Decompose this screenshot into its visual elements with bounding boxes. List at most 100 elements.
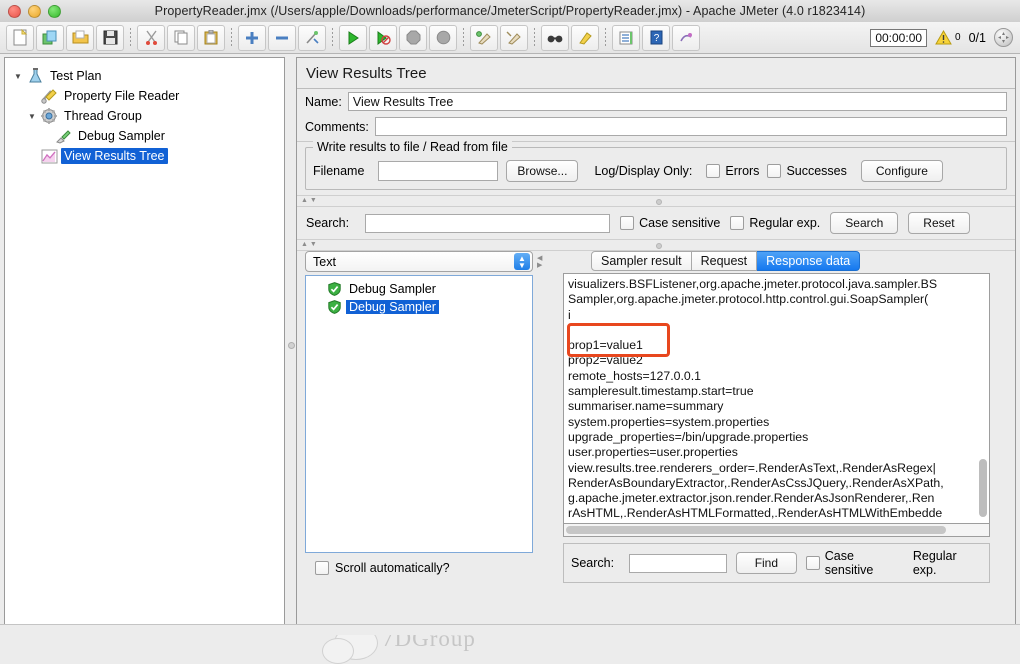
name-label: Name: bbox=[305, 94, 342, 109]
success-shield-icon bbox=[328, 282, 341, 296]
toolbar-separator bbox=[463, 27, 464, 48]
cut-button[interactable] bbox=[137, 24, 165, 51]
open-button[interactable] bbox=[66, 24, 94, 51]
collapse-all-button[interactable] bbox=[268, 24, 296, 51]
toolbar-group-tree bbox=[237, 24, 327, 51]
checkbox-box[interactable] bbox=[706, 164, 721, 178]
list-item[interactable]: Debug Sampler bbox=[306, 280, 532, 298]
warning-indicator[interactable]: 0 bbox=[935, 30, 961, 45]
tree-node-test-plan[interactable]: ▼ Test Plan bbox=[11, 66, 280, 86]
checkbox-box[interactable] bbox=[730, 216, 745, 230]
help-button[interactable]: ? bbox=[642, 24, 670, 51]
expander-icon[interactable]: ▼ bbox=[11, 72, 25, 81]
checkbox-box[interactable] bbox=[806, 556, 820, 570]
filename-label: Filename bbox=[313, 164, 365, 178]
splitter-knob[interactable] bbox=[288, 342, 295, 349]
configure-button[interactable]: Configure bbox=[860, 160, 943, 182]
start-no-pauses-button[interactable] bbox=[369, 24, 397, 51]
tree-node-debug-sampler[interactable]: Debug Sampler bbox=[11, 126, 280, 146]
response-vertical-scrollbar[interactable] bbox=[979, 459, 987, 517]
write-results-legend: Write results to file / Read from file bbox=[313, 140, 512, 154]
find-case-sensitive-checkbox[interactable]: Case sensitive bbox=[806, 549, 904, 577]
case-sensitive-checkbox[interactable]: Case sensitive bbox=[620, 216, 720, 230]
response-data-text: visualizers.BSFListener,org.apache.jmete… bbox=[568, 277, 944, 523]
errors-checkbox[interactable]: Errors bbox=[706, 164, 759, 178]
lower-splitter[interactable]: ▲▼ bbox=[297, 239, 1015, 251]
sampler-label: Debug Sampler bbox=[346, 300, 439, 314]
jmeter-window: PropertyReader.jmx (/Users/apple/Downloa… bbox=[0, 0, 1020, 664]
tab-request[interactable]: Request bbox=[691, 251, 758, 271]
success-shield-icon bbox=[328, 300, 341, 314]
sampler-icon bbox=[53, 127, 73, 145]
checkbox-box[interactable] bbox=[315, 561, 329, 575]
successes-checkbox[interactable]: Successes bbox=[767, 164, 847, 178]
save-button[interactable] bbox=[96, 24, 124, 51]
splitter-dot[interactable] bbox=[656, 243, 662, 249]
checkbox-box[interactable] bbox=[620, 216, 635, 230]
tree-horizontal-scrollbar[interactable] bbox=[4, 625, 285, 633]
toolbar-group-clear bbox=[469, 24, 529, 51]
case-sensitive-label: Case sensitive bbox=[639, 216, 721, 230]
renderer-select[interactable]: Text ▲ ▼ bbox=[305, 251, 533, 272]
checkbox-box[interactable] bbox=[767, 164, 782, 178]
tree-node-property-file-reader[interactable]: Property File Reader bbox=[11, 86, 280, 106]
undo-redo-button[interactable] bbox=[672, 24, 700, 51]
scrollbar-thumb[interactable] bbox=[566, 526, 946, 534]
find-search-label: Search: bbox=[571, 556, 615, 570]
reset-search-button[interactable] bbox=[571, 24, 599, 51]
response-horizontal-scrollbar[interactable] bbox=[563, 524, 990, 537]
thread-status-icon bbox=[994, 28, 1013, 47]
filename-input[interactable] bbox=[378, 161, 499, 181]
search-button[interactable]: Search bbox=[830, 212, 899, 234]
expand-all-button[interactable] bbox=[238, 24, 266, 51]
search-icon-button[interactable] bbox=[541, 24, 569, 51]
file-line: Filename Browse... Log/Display Only: Err… bbox=[313, 160, 999, 182]
splitter-dot[interactable] bbox=[656, 199, 662, 205]
scroll-automatically-checkbox[interactable]: Scroll automatically? bbox=[305, 561, 553, 575]
tab-sampler-result[interactable]: Sampler result bbox=[591, 251, 692, 271]
main-splitter[interactable] bbox=[286, 57, 295, 631]
shutdown-button[interactable] bbox=[429, 24, 457, 51]
regular-exp-checkbox[interactable]: Regular exp. bbox=[730, 216, 820, 230]
copy-button[interactable] bbox=[167, 24, 195, 51]
results-area: Text ▲ ▼ ◀ ▶ Debug Sampler Debug Sampler… bbox=[297, 251, 1015, 583]
chevron-updown-icon[interactable]: ▲ ▼ bbox=[514, 253, 530, 270]
splitter-arrows-icon[interactable]: ▲▼ bbox=[301, 241, 319, 248]
comments-input[interactable] bbox=[374, 117, 1007, 136]
tab-response-data[interactable]: Response data bbox=[757, 251, 861, 271]
function-helper-button[interactable] bbox=[612, 24, 640, 51]
new-button[interactable] bbox=[6, 24, 34, 51]
response-data-viewer[interactable]: visualizers.BSFListener,org.apache.jmete… bbox=[563, 273, 990, 524]
panel-collapse-arrows-icon[interactable]: ◀ ▶ bbox=[537, 255, 542, 269]
window-title: PropertyReader.jmx (/Users/apple/Downloa… bbox=[154, 4, 866, 18]
clear-button[interactable] bbox=[470, 24, 498, 51]
find-input[interactable] bbox=[629, 553, 727, 573]
result-tabs: Sampler result Request Response data bbox=[563, 251, 1007, 271]
paste-button[interactable] bbox=[197, 24, 225, 51]
stop-button[interactable] bbox=[399, 24, 427, 51]
thread-group-icon bbox=[39, 107, 59, 125]
toolbar-separator bbox=[605, 27, 606, 48]
reset-button[interactable]: Reset bbox=[908, 212, 970, 234]
toggle-button[interactable] bbox=[298, 24, 326, 51]
sampler-result-list[interactable]: Debug Sampler Debug Sampler bbox=[305, 275, 533, 553]
scroll-automatically-label: Scroll automatically? bbox=[335, 561, 450, 575]
title-bar: PropertyReader.jmx (/Users/apple/Downloa… bbox=[0, 0, 1020, 23]
start-button[interactable] bbox=[339, 24, 367, 51]
toolbar-group-edit bbox=[136, 24, 226, 51]
tree-node-thread-group[interactable]: ▼ Thread Group bbox=[11, 106, 280, 126]
active-thread-count: 0/1 bbox=[968, 30, 986, 45]
search-input[interactable] bbox=[365, 213, 611, 233]
browse-button[interactable]: Browse... bbox=[506, 160, 579, 182]
toolbar: ? 00:00:00 0 0/1 bbox=[0, 22, 1020, 54]
toolbar-group-run bbox=[338, 24, 458, 51]
templates-button[interactable] bbox=[36, 24, 64, 51]
find-button[interactable]: Find bbox=[735, 552, 798, 574]
tree-node-view-results-tree[interactable]: View Results Tree bbox=[11, 146, 280, 166]
splitter-arrows-icon[interactable]: ▲▼ bbox=[301, 197, 319, 204]
expander-icon[interactable]: ▼ bbox=[25, 112, 39, 121]
name-input[interactable]: View Results Tree bbox=[347, 92, 1007, 111]
list-item[interactable]: Debug Sampler bbox=[306, 298, 532, 316]
upper-splitter[interactable]: ▲▼ bbox=[297, 195, 1015, 207]
clear-all-button[interactable] bbox=[500, 24, 528, 51]
